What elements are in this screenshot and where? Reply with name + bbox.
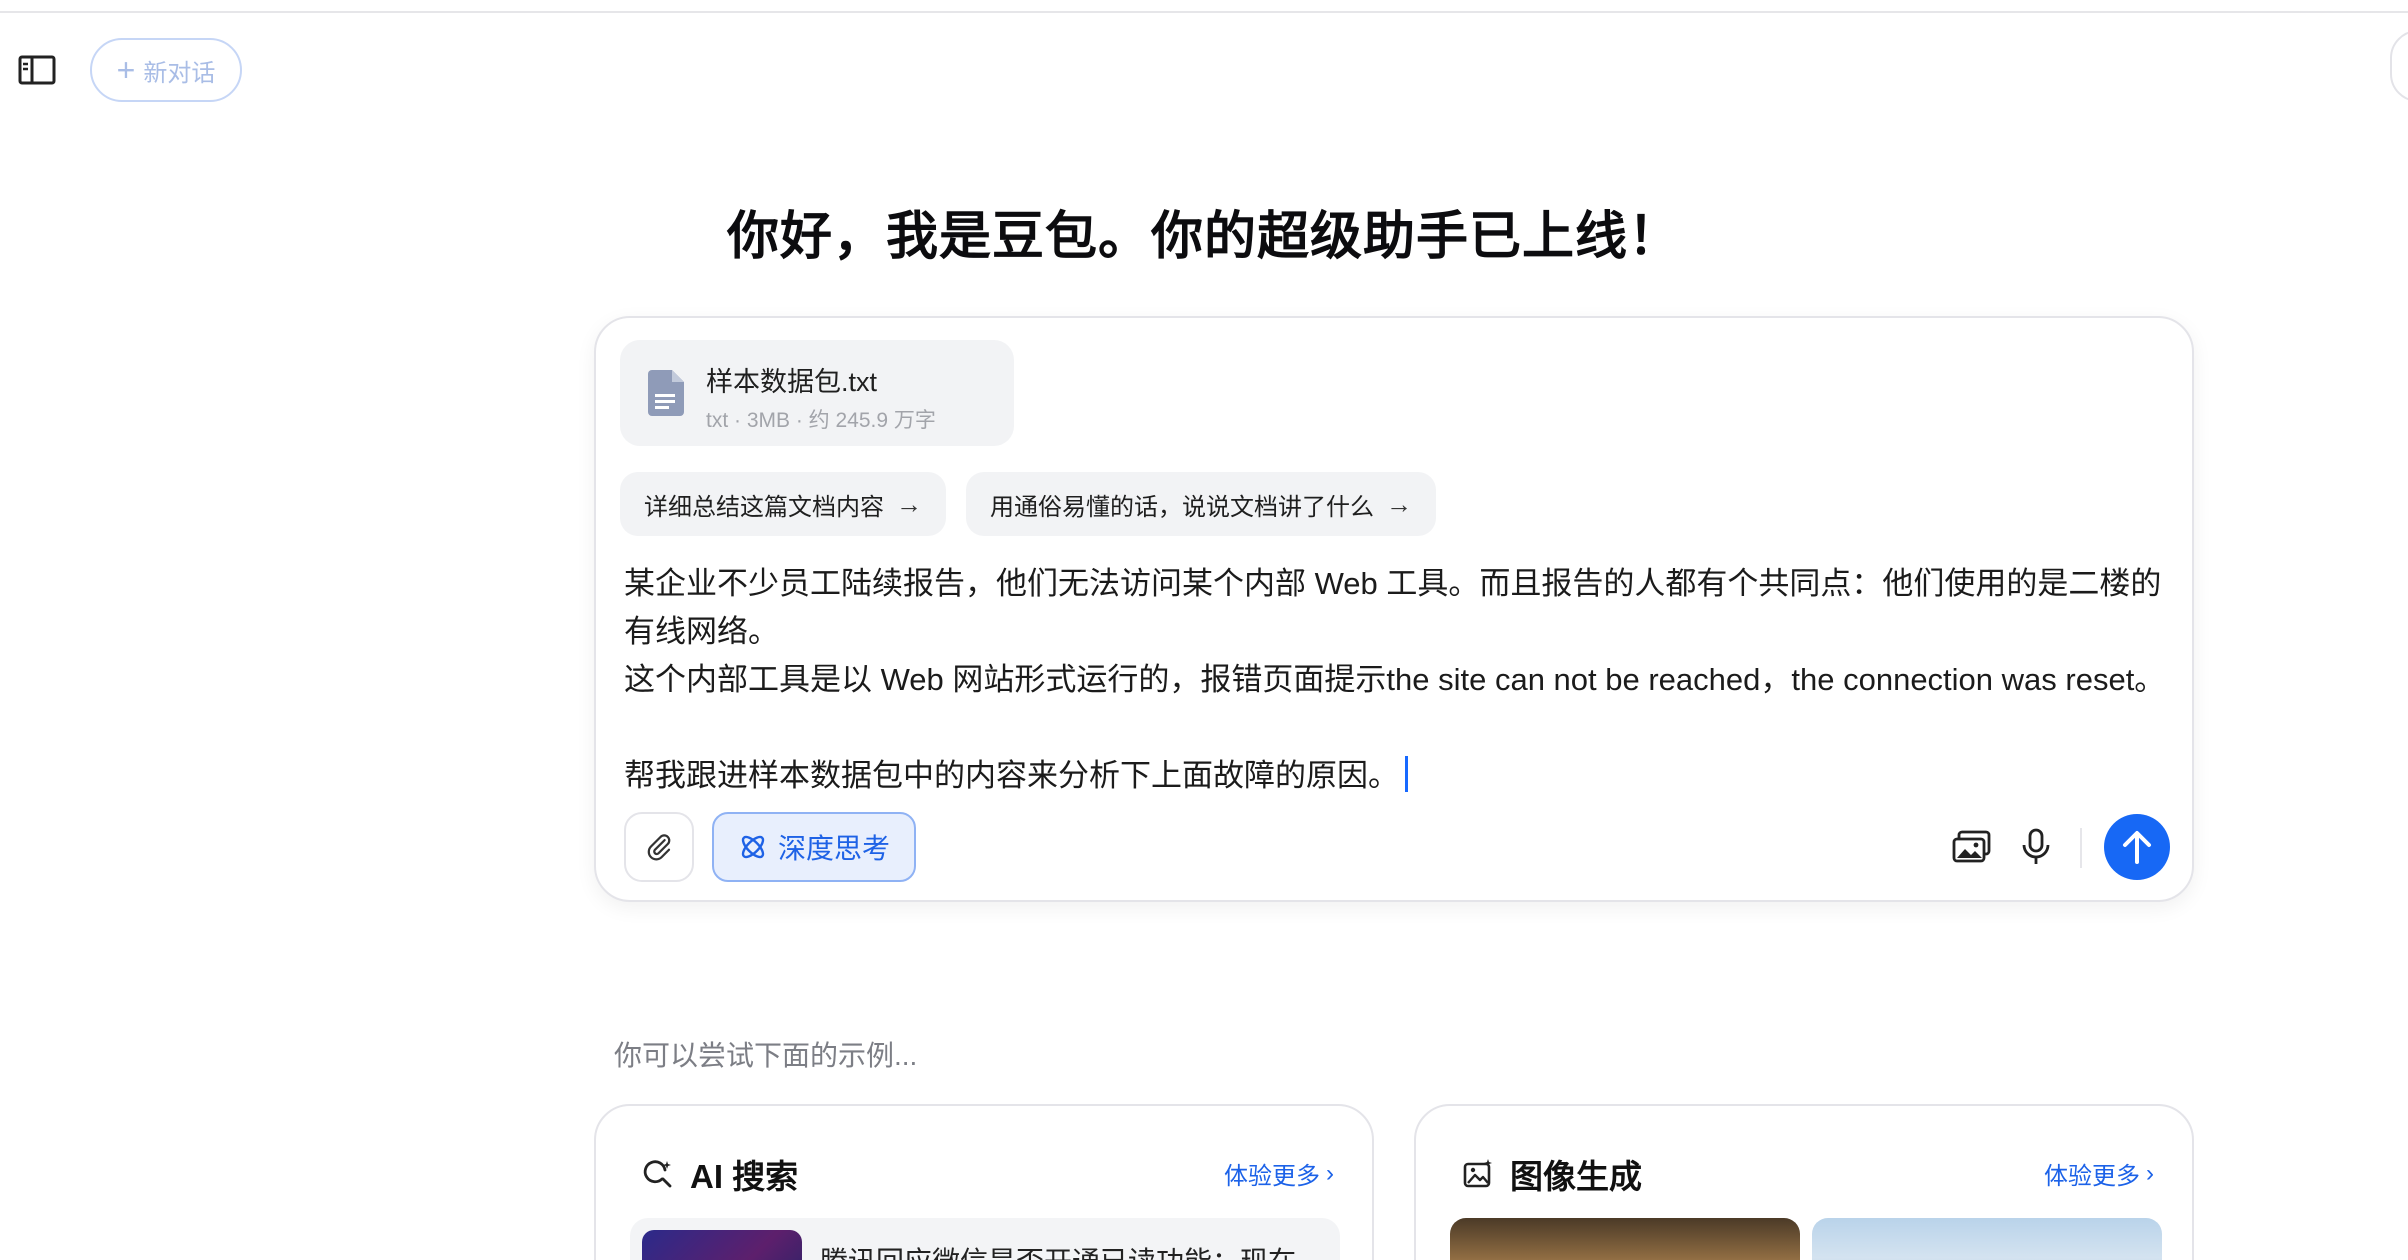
toolbar-divider (2080, 828, 2082, 868)
chevron-right-icon: › (2146, 1159, 2154, 1187)
paperclip-icon (647, 834, 671, 861)
card-title: AI 搜索 (690, 1158, 799, 1195)
search-sparkle-icon (643, 1160, 672, 1188)
examples-hint: 你可以尝试下面的示例... (614, 1040, 918, 1071)
deep-think-toggle[interactable]: 深度思考 (712, 812, 916, 882)
page-title: 你好，我是豆包。你的超级助手已上线！ (726, 208, 1681, 266)
attached-file-card[interactable]: 样本数据包.txt txt · 3MB · 约 245.9 万字 (620, 340, 1014, 446)
image-sparkle-icon (1463, 1159, 1492, 1188)
news-item[interactable]: 腾讯回应微信是否开通已读功能：现在 (630, 1218, 1340, 1260)
atom-icon (741, 835, 765, 859)
prompt-text: 某企业不少员工陆续报告，他们无法访问某个内部 Web 工具。而且报告的人都有个共… (624, 566, 2166, 793)
more-label: 体验更多 (2044, 1163, 2140, 1190)
more-label: 体验更多 (1224, 1163, 1320, 1190)
generated-image-portrait[interactable] (1812, 1218, 2162, 1260)
voice-input-button[interactable] (2012, 823, 2060, 871)
chevron-right-icon: › (1326, 1159, 1334, 1187)
card-title: 图像生成 (1510, 1158, 1642, 1195)
text-caret (1405, 756, 1408, 792)
sidebar-icon (18, 55, 56, 85)
news-thumbnail (642, 1230, 802, 1260)
experience-more-link[interactable]: 体验更多 › (2044, 1156, 2154, 1191)
send-button[interactable] (2104, 814, 2170, 880)
file-name: 样本数据包.txt (706, 367, 878, 397)
card-header: 图像生成 (1462, 1150, 1642, 1198)
suggestion-explain[interactable]: 用通俗易懂的话，说说文档讲了什么 → (966, 472, 1436, 536)
image-generation-card[interactable]: 图像生成 体验更多 › (1414, 1104, 2194, 1260)
arrow-right-icon: → (896, 488, 922, 519)
top-divider (0, 0, 2408, 13)
image-upload-button[interactable] (1948, 823, 1996, 871)
suggestion-label: 用通俗易懂的话，说说文档讲了什么 (990, 493, 1374, 521)
ai-search-card[interactable]: AI 搜索 体验更多 › 腾讯回应微信是否开通已读功能：现在 (594, 1104, 1374, 1260)
new-chat-button[interactable]: + 新对话 (90, 38, 242, 102)
suggestion-summarize[interactable]: 详细总结这篇文档内容 → (620, 472, 946, 536)
chat-composer: 样本数据包.txt txt · 3MB · 约 245.9 万字 详细总结这篇文… (594, 316, 2194, 902)
card-header: AI 搜索 (642, 1150, 798, 1198)
arrow-up-icon (2123, 831, 2151, 864)
attach-button[interactable] (624, 812, 694, 882)
generated-image-forest[interactable] (1450, 1218, 1800, 1260)
document-icon (648, 370, 684, 416)
image-icon (1952, 830, 1991, 863)
arrow-right-icon: → (1386, 488, 1412, 519)
news-title: 腾讯回应微信是否开通已读功能：现在 (820, 1240, 1296, 1260)
prompt-input[interactable]: 某企业不少员工陆续报告，他们无法访问某个内部 Web 工具。而且报告的人都有个共… (624, 560, 2180, 800)
right-edge-button[interactable] (2390, 30, 2408, 102)
sidebar-toggle-button[interactable] (16, 52, 58, 88)
deep-think-label: 深度思考 (777, 833, 890, 864)
file-meta: txt · 3MB · 约 245.9 万字 (706, 409, 936, 432)
experience-more-link[interactable]: 体验更多 › (1224, 1156, 1334, 1191)
microphone-icon (2022, 828, 2050, 864)
new-chat-label: 新对话 (143, 59, 216, 87)
suggestion-label: 详细总结这篇文档内容 (644, 493, 884, 521)
plus-icon: + (116, 52, 136, 88)
